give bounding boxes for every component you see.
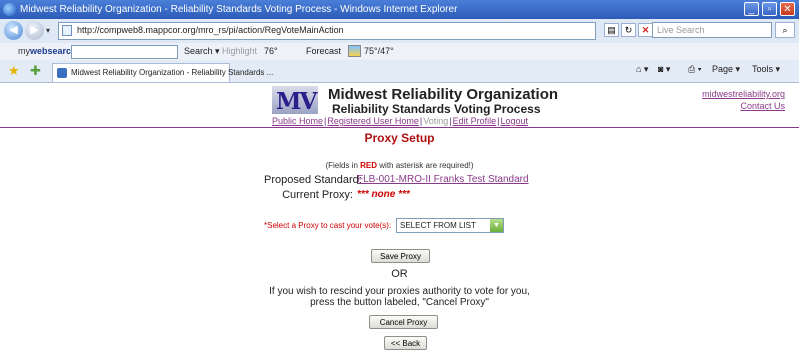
proposed-standard-link[interactable]: FLB-001-MRO-II Franks Test Standard [357,174,529,185]
chevron-down-icon[interactable]: ▼ [490,219,503,232]
search-icon[interactable]: ⌕ [775,22,795,38]
url-field[interactable]: http://compweb8.mappcor.org/mro_rs/pi/ac… [58,22,596,40]
proxy-select-label: *Select a Proxy to cast your vote(s): [264,221,392,230]
toolbar-search-button[interactable]: Search ▾ [184,46,220,57]
toolbar-brand: mywebsearch [18,46,77,56]
page-title: Proxy Setup [364,131,435,145]
home-icon[interactable]: ⌂ ▾ [636,64,648,75]
rescind-instructions: If you wish to rescind your proxies auth… [269,286,530,308]
address-bar: ◀ ▶ ▾ http://compweb8.mappcor.org/mro_rs… [0,19,799,44]
proxy-select[interactable]: SELECT FROM LIST ▼ [396,218,504,233]
maximize-button[interactable]: ▫ [762,2,777,16]
site-nav: Public Home|Registered User Home|Voting|… [272,116,529,126]
compatibility-icon[interactable]: ▤ [604,23,619,37]
current-proxy-label: Current Proxy: [282,189,353,201]
nav-edit-profile[interactable]: Edit Profile [453,116,497,126]
add-favorite-icon[interactable]: ✚ [30,63,41,79]
nav-public-home[interactable]: Public Home [272,116,323,126]
tab-title: Midwest Reliability Organization - Relia… [71,68,274,77]
nav-logout[interactable]: Logout [501,116,529,126]
page-menu[interactable]: Page ▾ [712,64,740,75]
refresh-icon[interactable]: ↻ [621,23,636,37]
url-text: http://compweb8.mappcor.org/mro_rs/pi/ac… [77,25,344,35]
history-dropdown-icon[interactable]: ▾ [46,26,50,35]
live-search-placeholder: Live Search [657,25,705,35]
tools-menu[interactable]: Tools ▾ [752,64,780,75]
proposed-standard-label: Proposed Standard: [264,174,362,186]
favorites-star-icon[interactable]: ★ [8,63,20,79]
nav-voting: Voting [423,116,449,126]
minimize-button[interactable]: _ [744,2,759,16]
browser-tab[interactable]: Midwest Reliability Organization - Relia… [52,63,273,82]
internet-explorer-icon [3,3,16,16]
nav-registered-user-home[interactable]: Registered User Home [327,116,419,126]
save-proxy-button[interactable]: Save Proxy [371,249,430,263]
org-name: Midwest Reliability Organization [328,86,559,103]
back-nav-button[interactable]: ◀ [4,21,23,40]
weather-temp[interactable]: 76° [264,46,278,56]
contact-us-link[interactable]: Contact Us [702,100,785,112]
forward-nav-button[interactable]: ▶ [25,21,44,40]
forecast-button[interactable]: Forecast [306,46,341,56]
header-divider [0,127,799,128]
back-button[interactable]: << Back [384,336,427,350]
print-icon[interactable]: ⎙ ▾ [688,64,701,75]
toolbar-search-input[interactable] [71,45,178,59]
page-icon [62,25,72,36]
mro-logo: MV [272,86,318,115]
forecast-temps: 75°/47° [364,46,394,56]
live-search-input[interactable]: Live Search [652,22,772,38]
cancel-proxy-button[interactable]: Cancel Proxy [369,315,438,329]
required-note: (Fields in RED with asterisk are require… [325,161,474,170]
tab-favicon-icon [57,68,67,78]
tab-bar: ★ ✚ Midwest Reliability Organization - R… [0,60,799,83]
site-subtitle: Reliability Standards Voting Process [332,102,541,116]
stop-icon[interactable]: ✕ [638,23,653,37]
proxy-select-value: SELECT FROM LIST [400,221,476,230]
weather-icon [348,45,361,57]
site-link[interactable]: midwestreliability.org [702,88,785,100]
current-proxy-value: *** none *** [357,189,410,200]
side-links: midwestreliability.org Contact Us [702,88,785,112]
or-text: OR [391,268,408,280]
window-title-bar: Midwest Reliability Organization - Relia… [0,0,799,19]
highlight-button[interactable]: Highlight [222,46,257,56]
search-toolbar: mywebsearch Search ▾ Highlight 76° Forec… [0,43,799,61]
feeds-icon[interactable]: ◙ ▾ [658,64,670,75]
close-button[interactable]: ✕ [780,2,795,16]
window-title: Midwest Reliability Organization - Relia… [20,4,458,15]
